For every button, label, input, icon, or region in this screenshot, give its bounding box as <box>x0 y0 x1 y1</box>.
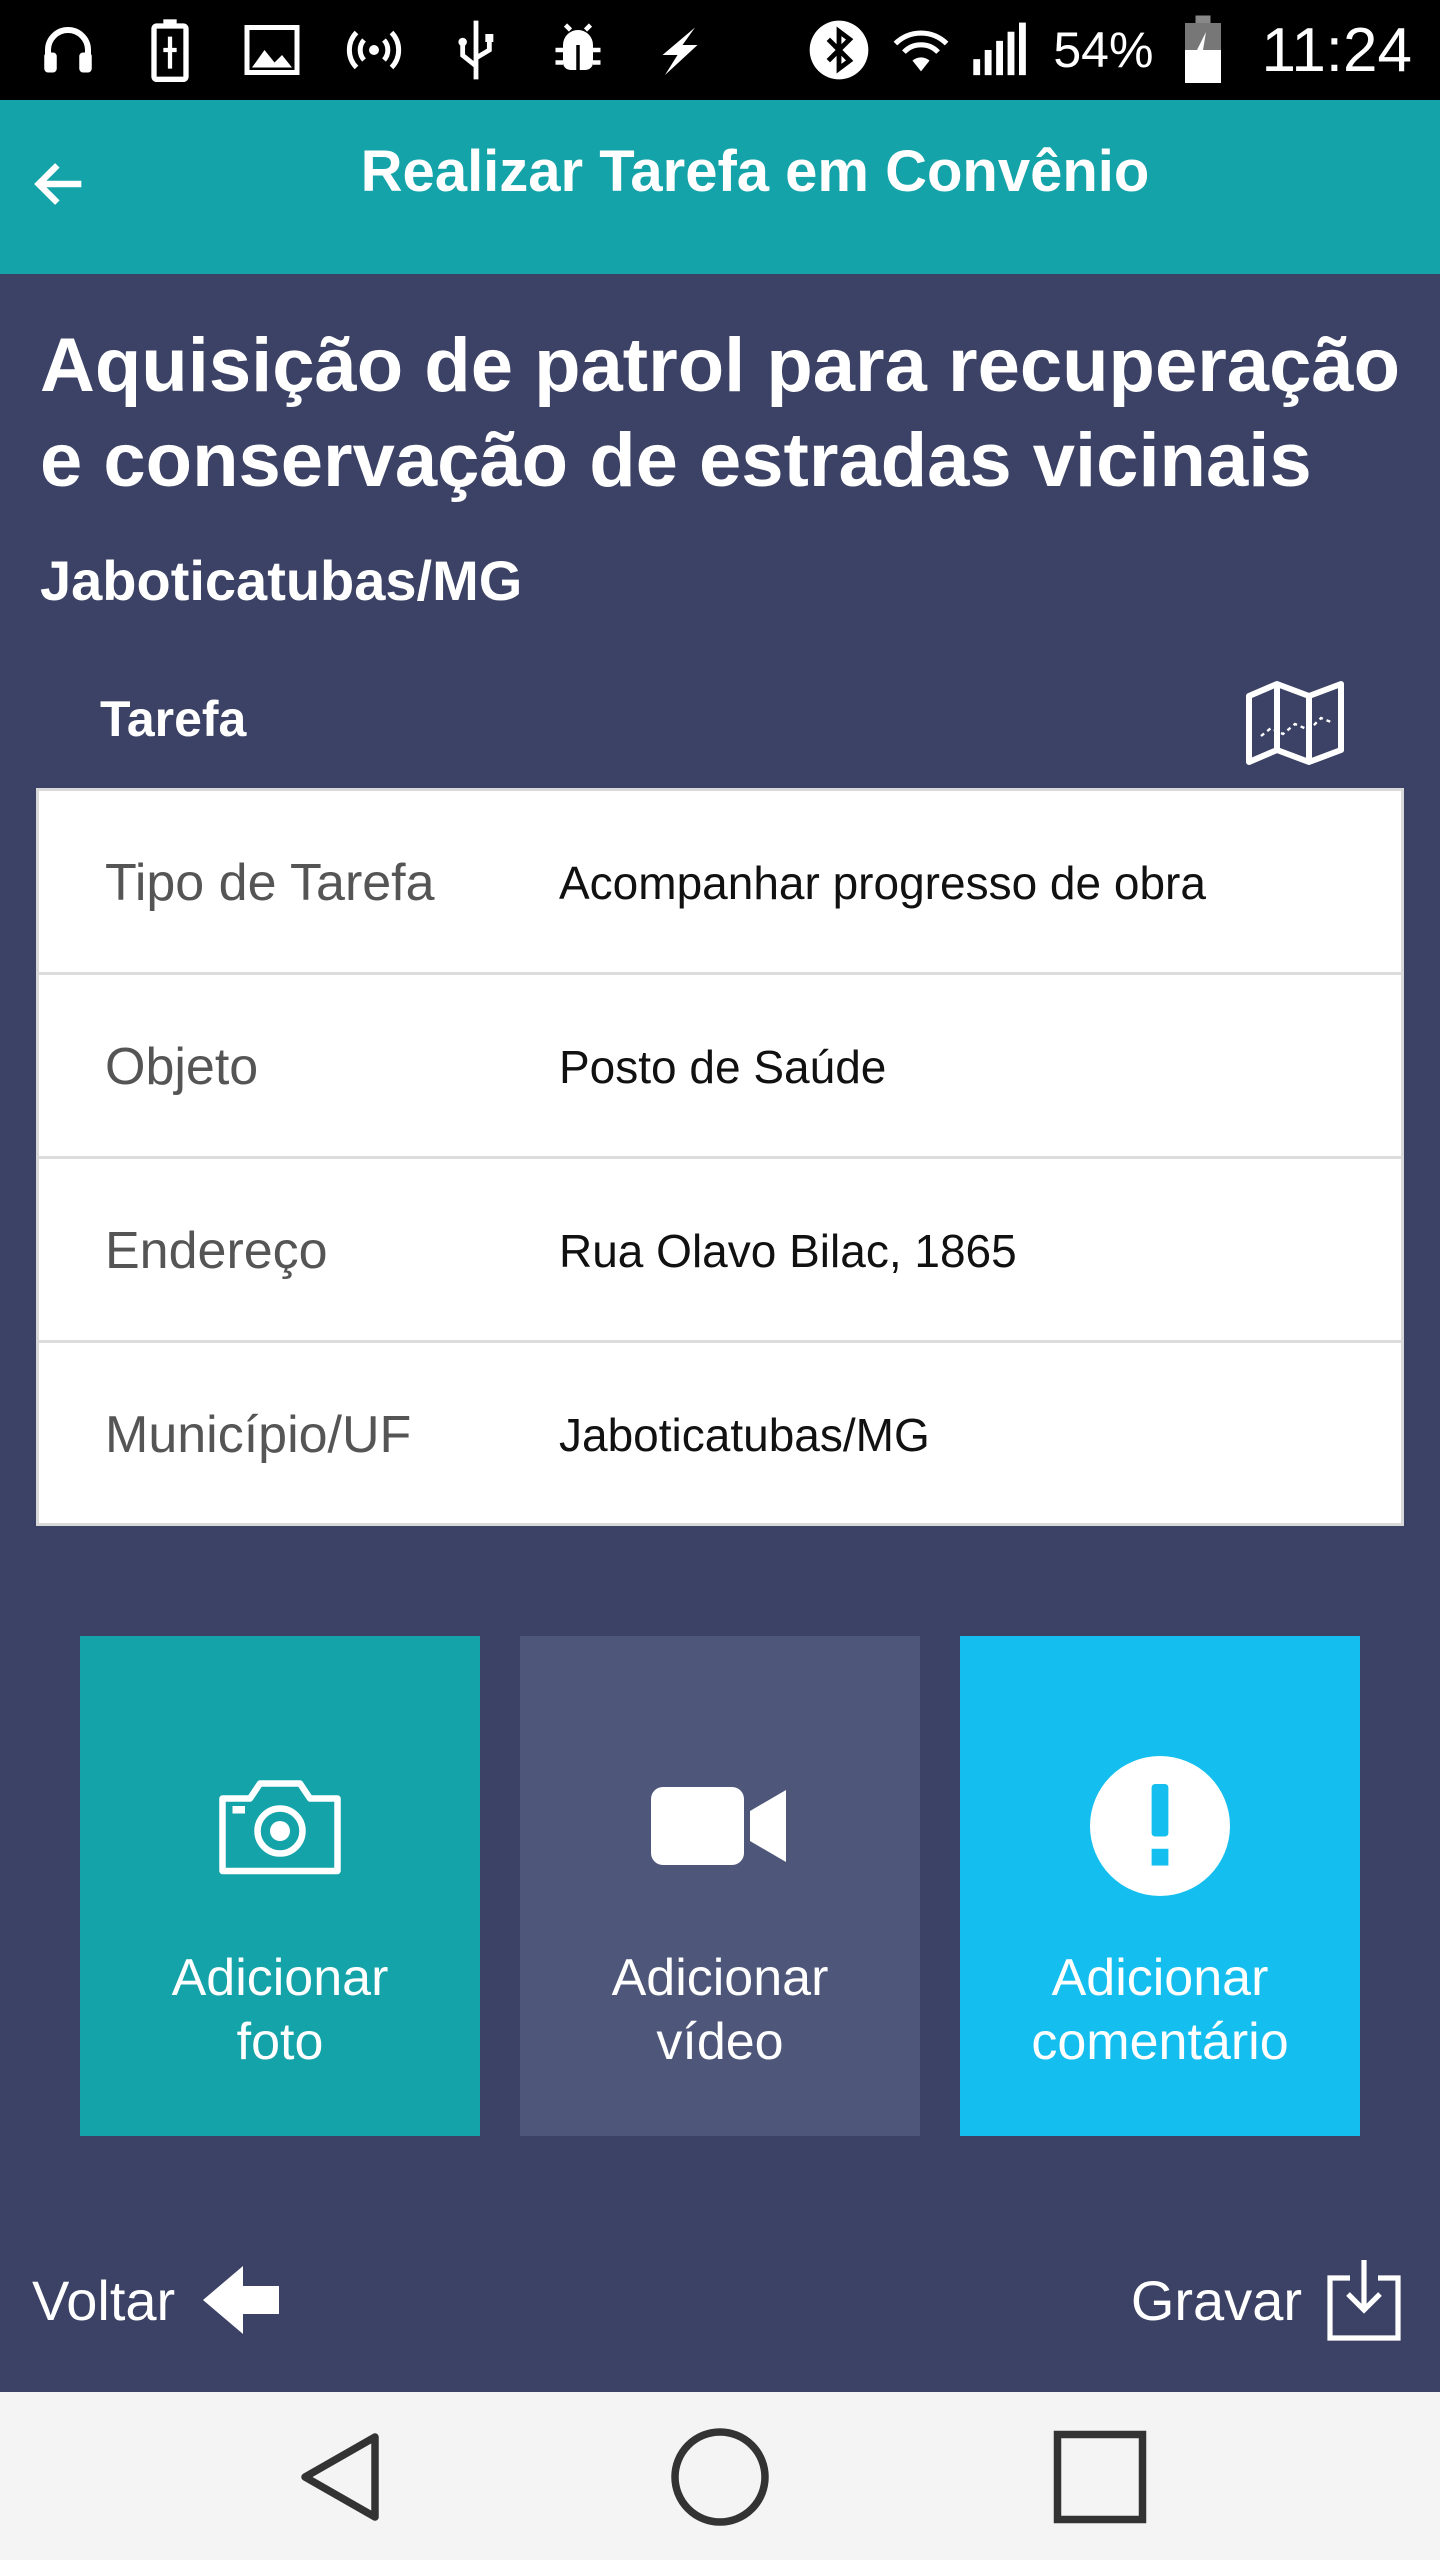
task-section-label: Tarefa <box>100 691 247 747</box>
row-value: Acompanhar progresso de obra <box>559 857 1206 909</box>
nav-recents-icon[interactable] <box>1045 2422 1155 2532</box>
row-label: Tipo de Tarefa <box>105 854 435 912</box>
table-row: Endereço Rua Olavo Bilac, 1865 <box>39 1159 1401 1343</box>
task-details-table: Tipo de Tarefa Acompanhar progresso de o… <box>36 788 1404 1526</box>
alert-circle-icon <box>960 1746 1360 1906</box>
table-row: Tipo de Tarefa Acompanhar progresso de o… <box>39 791 1401 975</box>
camera-icon <box>80 1746 480 1906</box>
save-button-label: Gravar <box>1130 2268 1302 2332</box>
row-label: Endereço <box>105 1222 328 1280</box>
wifi-hotspot-icon <box>342 18 406 82</box>
app-bar-title: Realizar Tarefa em Convênio <box>360 139 1150 204</box>
back-button-label: Voltar <box>32 2268 176 2332</box>
save-button[interactable]: Gravar <box>1131 2258 1402 2342</box>
video-camera-icon <box>520 1746 920 1906</box>
nav-back-icon[interactable] <box>285 2422 395 2532</box>
back-button[interactable]: Voltar <box>32 2258 283 2342</box>
charging-bolt-icon <box>648 18 712 82</box>
row-label: Município/UF <box>105 1406 412 1464</box>
map-icon[interactable] <box>1245 680 1345 766</box>
add-video-label-line1: Adicionar <box>611 1949 829 2007</box>
row-value: Jaboticatubas/MG <box>559 1409 930 1461</box>
bluetooth-icon <box>807 18 871 82</box>
add-comment-button[interactable]: Adicionar comentário <box>960 1636 1360 2136</box>
row-value: Rua Olavo Bilac, 1865 <box>559 1225 1017 1277</box>
row-value: Posto de Saúde <box>559 1041 887 1093</box>
table-row: Objeto Posto de Saúde <box>39 975 1401 1159</box>
signal-icon <box>971 18 1035 82</box>
footer-bar: Voltar Gravar <box>0 2214 1440 2390</box>
action-buttons: Adicionar foto Adicionar vídeo Adicionar… <box>80 1636 1360 2136</box>
project-location: Jaboticatubas/MG <box>40 549 523 612</box>
add-photo-label-line2: foto <box>236 2013 324 2071</box>
add-video-button[interactable]: Adicionar vídeo <box>520 1636 920 2136</box>
table-row: Município/UF Jaboticatubas/MG <box>39 1343 1401 1527</box>
android-nav-bar <box>0 2392 1440 2560</box>
battery-charging-icon <box>138 18 202 82</box>
row-label: Objeto <box>105 1038 259 1096</box>
usb-icon <box>444 18 508 82</box>
nav-home-icon[interactable] <box>665 2422 775 2532</box>
wifi-icon <box>889 18 953 82</box>
add-comment-label-line1: Adicionar <box>1051 1949 1269 2007</box>
add-photo-button[interactable]: Adicionar foto <box>80 1636 480 2136</box>
image-icon <box>240 18 304 82</box>
add-video-label-line2: vídeo <box>656 2013 784 2071</box>
app-bar: Realizar Tarefa em Convênio <box>0 100 1440 274</box>
battery-icon <box>1171 15 1235 83</box>
add-comment-label-line2: comentário <box>1031 2013 1289 2071</box>
status-bar: 54% 11:24 <box>0 0 1440 100</box>
battery-percent: 54% <box>1053 22 1154 78</box>
clock: 11:24 <box>1261 15 1412 85</box>
arrow-left-bold-icon <box>199 2258 283 2342</box>
android-debug-icon <box>546 18 610 82</box>
headphones-icon <box>36 18 100 82</box>
add-photo-label-line1: Adicionar <box>171 1949 389 2007</box>
download-save-icon <box>1326 2258 1402 2342</box>
project-title: Aquisição de patrol para recuperação e c… <box>40 323 1401 503</box>
